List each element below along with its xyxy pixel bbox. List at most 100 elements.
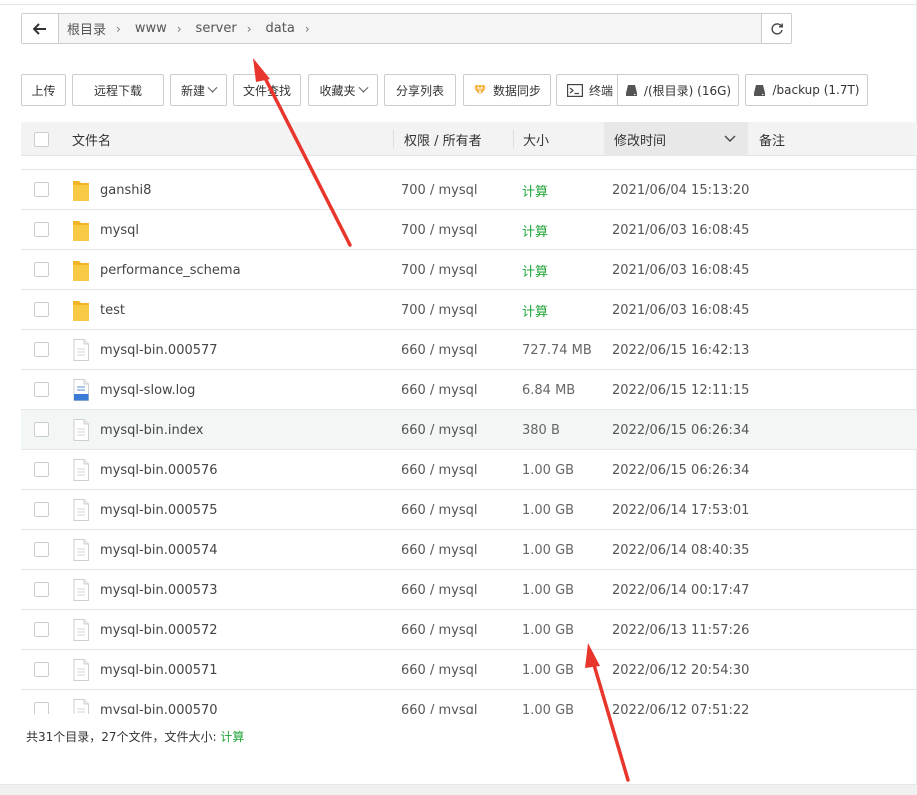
table-row[interactable]: mysql 700 / mysql 计算 2021/06/03 16:08:45 <box>21 210 917 250</box>
file-name[interactable]: mysql-bin.000571 <box>100 650 218 690</box>
file-size: 727.74 MB <box>522 342 592 358</box>
breadcrumb-item-data[interactable]: data › <box>266 21 318 36</box>
table-row[interactable]: mysql-bin.000574 660 / mysql 1.00 GB 2022/0… <box>21 530 917 570</box>
file-permission[interactable]: 700 / mysql <box>401 250 477 290</box>
calc-size-link[interactable]: 计算 <box>522 210 548 250</box>
file-icon <box>73 339 89 365</box>
favorites-dropdown-button[interactable]: 收藏夹 <box>308 74 378 106</box>
table-row[interactable]: ganshi8 700 / mysql 计算 2021/06/04 15:13:20 <box>21 170 917 210</box>
file-permission[interactable]: 660 / mysql <box>401 490 477 530</box>
chevron-right-icon: › <box>116 21 121 36</box>
file-search-button[interactable]: 文件查找 <box>233 74 301 106</box>
file-name[interactable]: performance_schema <box>100 250 241 290</box>
table-row[interactable]: mysql-bin.000576 660 / mysql 1.00 GB 2022/0… <box>21 450 917 490</box>
file-mtime: 2022/06/12 07:51:22 <box>612 702 750 715</box>
file-permission[interactable]: 660 / mysql <box>401 570 477 610</box>
select-all-checkbox[interactable] <box>34 122 49 156</box>
table-row[interactable]: mysql-bin.index 660 / mysql 380 B 2022/06/1… <box>21 410 917 450</box>
table-row[interactable]: mysql-bin.000573 660 / mysql 1.00 GB 2022/0… <box>21 570 917 610</box>
file-name[interactable]: mysql-bin.index <box>100 410 204 450</box>
remote-download-button[interactable]: 远程下载 <box>72 74 164 106</box>
table-row[interactable]: performance_schema 700 / mysql 计算 2021/06/0… <box>21 250 917 290</box>
file-name[interactable]: mysql-bin.000573 <box>100 570 218 610</box>
row-checkbox[interactable] <box>34 302 49 317</box>
row-checkbox[interactable] <box>34 182 49 197</box>
arrow-left-icon <box>33 22 46 35</box>
header-filename[interactable]: 文件名 <box>72 122 111 156</box>
file-permission[interactable]: 660 / mysql <box>401 650 477 690</box>
row-checkbox[interactable] <box>34 262 49 277</box>
share-list-button[interactable]: 分享列表 <box>384 74 456 106</box>
header-note[interactable]: 备注 <box>759 122 785 156</box>
breadcrumb-item-www[interactable]: www › <box>135 21 190 36</box>
file-permission[interactable]: 660 / mysql <box>401 530 477 570</box>
calc-size-link[interactable]: 计算 <box>522 170 548 210</box>
chevron-down-icon <box>207 82 218 93</box>
data-sync-button[interactable]: 数据同步 <box>463 74 551 106</box>
upload-button[interactable]: 上传 <box>21 74 66 106</box>
file-size: 1.00 GB <box>522 462 575 478</box>
back-button[interactable] <box>22 14 59 43</box>
row-checkbox[interactable] <box>34 702 49 714</box>
file-name[interactable]: test <box>100 290 125 330</box>
file-permission[interactable]: 660 / mysql <box>401 330 477 370</box>
disk-backup-button[interactable]: /backup (1.7T) <box>745 74 868 106</box>
file-mtime: 2022/06/15 12:11:15 <box>612 382 750 398</box>
chevron-right-icon: › <box>176 21 182 36</box>
folder-icon <box>73 179 89 205</box>
row-checkbox[interactable] <box>34 422 49 437</box>
file-name[interactable]: mysql-bin.000576 <box>100 450 218 490</box>
chevron-down-icon <box>358 82 368 93</box>
row-checkbox[interactable] <box>34 342 49 357</box>
breadcrumb-item-root[interactable]: 根目录 › <box>67 19 129 39</box>
table-row[interactable]: mysql-slow.log 660 / mysql 6.84 MB 2022/06/… <box>21 370 917 410</box>
file-size: 1.00 GB <box>522 662 575 678</box>
table-row[interactable] <box>21 156 917 170</box>
file-name[interactable]: mysql <box>100 210 139 250</box>
file-permission[interactable]: 660 / mysql <box>401 690 477 715</box>
file-name[interactable]: mysql-slow.log <box>100 370 195 410</box>
table-row[interactable]: mysql-bin.000570 660 / mysql 1.00 GB 2022/0… <box>21 690 917 714</box>
row-checkbox[interactable] <box>34 662 49 677</box>
file-name[interactable]: mysql-bin.000572 <box>100 610 218 650</box>
file-name[interactable]: ganshi8 <box>100 170 151 210</box>
file-permission[interactable]: 660 / mysql <box>401 410 477 450</box>
table-row[interactable]: mysql-bin.000571 660 / mysql 1.00 GB 2022/0… <box>21 650 917 690</box>
file-permission[interactable]: 700 / mysql <box>401 170 477 210</box>
table-row[interactable]: mysql-bin.000577 660 / mysql 727.74 MB 2022… <box>21 330 917 370</box>
row-checkbox[interactable] <box>34 382 49 397</box>
file-permission[interactable]: 660 / mysql <box>401 370 477 410</box>
file-icon <box>73 619 89 645</box>
row-checkbox[interactable] <box>34 622 49 637</box>
table-row[interactable]: mysql-bin.000572 660 / mysql 1.00 GB 2022/0… <box>21 610 917 650</box>
breadcrumb-item-server[interactable]: server › <box>196 21 260 36</box>
file-permission[interactable]: 700 / mysql <box>401 290 477 330</box>
terminal-button[interactable]: 终端 <box>556 74 624 106</box>
calc-size-link[interactable]: 计算 <box>522 290 548 330</box>
new-dropdown-button[interactable]: 新建 <box>170 74 227 106</box>
header-size[interactable]: 大小 <box>523 122 549 156</box>
file-name[interactable]: mysql-bin.000570 <box>100 690 218 715</box>
file-permission[interactable]: 660 / mysql <box>401 450 477 490</box>
calc-size-link[interactable]: 计算 <box>522 250 548 290</box>
log-file-icon <box>73 379 89 405</box>
header-permission[interactable]: 权限 / 所有者 <box>404 122 482 156</box>
row-checkbox[interactable] <box>34 542 49 557</box>
refresh-button[interactable] <box>761 14 791 43</box>
table-row[interactable]: mysql-bin.000575 660 / mysql 1.00 GB 2022/0… <box>21 490 917 530</box>
file-permission[interactable]: 660 / mysql <box>401 610 477 650</box>
row-checkbox[interactable] <box>34 462 49 477</box>
file-size: 6.84 MB <box>522 382 576 398</box>
file-name[interactable]: mysql-bin.000574 <box>100 530 218 570</box>
row-checkbox[interactable] <box>34 582 49 597</box>
file-name[interactable]: mysql-bin.000577 <box>100 330 218 370</box>
file-name[interactable]: mysql-bin.000575 <box>100 490 218 530</box>
header-mtime[interactable]: 修改时间 <box>604 122 748 156</box>
row-checkbox[interactable] <box>34 502 49 517</box>
calc-total-size-link[interactable]: 计算 <box>220 730 244 744</box>
row-checkbox[interactable] <box>34 222 49 237</box>
table-row[interactable]: test 700 / mysql 计算 2021/06/03 16:08:45 <box>21 290 917 330</box>
file-permission[interactable]: 700 / mysql <box>401 210 477 250</box>
file-size: 1.00 GB <box>522 542 575 558</box>
disk-root-button[interactable]: /(根目录) (16G) <box>617 74 739 106</box>
